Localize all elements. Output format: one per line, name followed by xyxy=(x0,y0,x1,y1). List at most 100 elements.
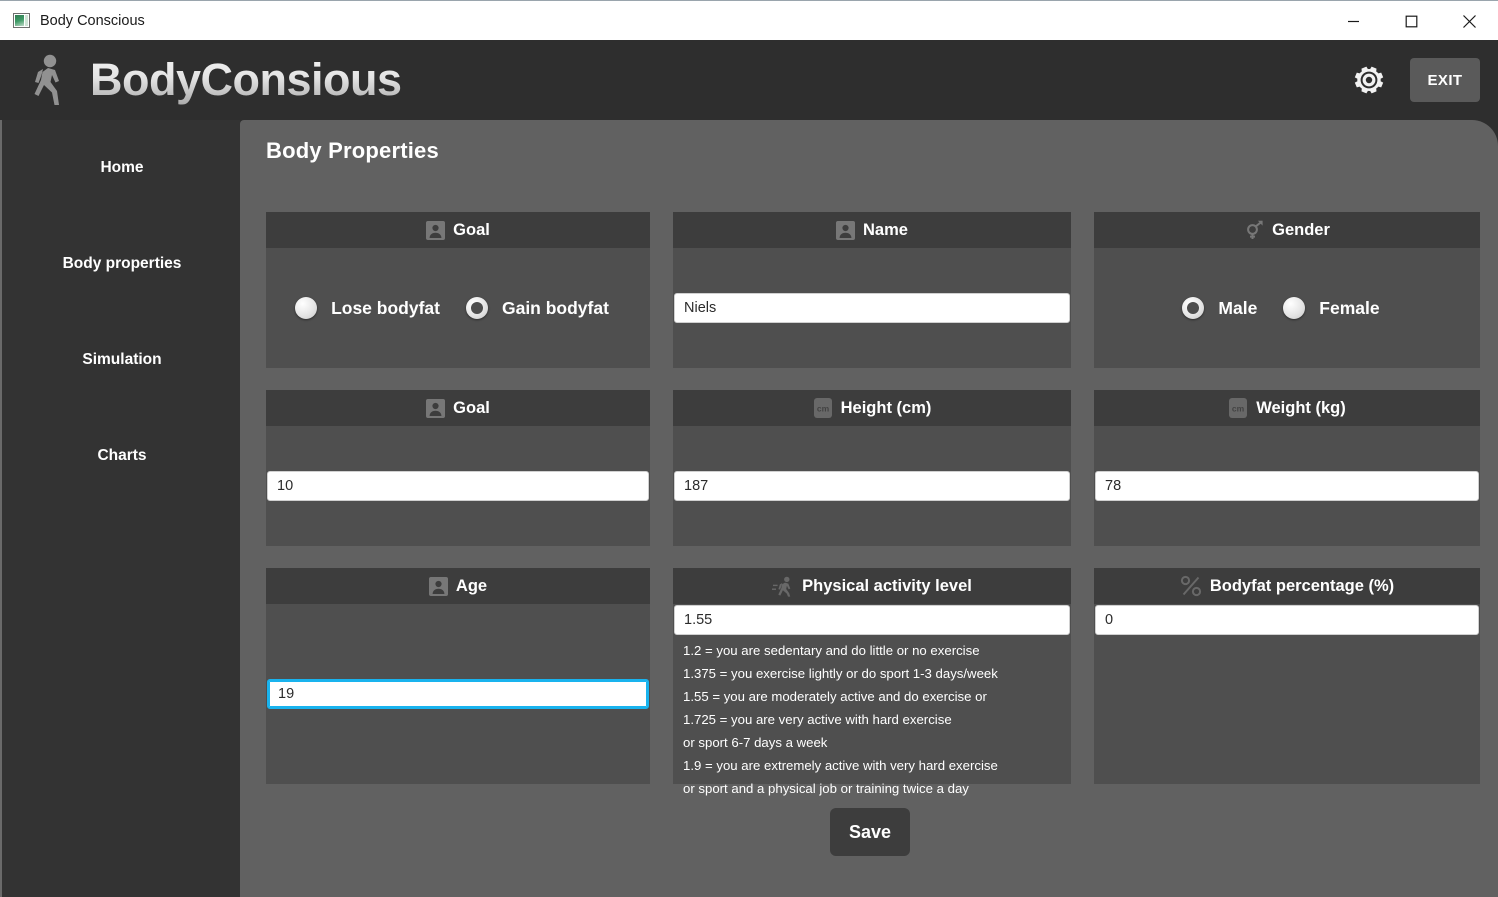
card-height: cm Height (cm) xyxy=(673,390,1071,546)
card-goal-value: Goal xyxy=(266,390,650,546)
card-gender-body: Male Female xyxy=(1094,248,1480,368)
card-name: Name xyxy=(673,212,1071,368)
minimize-button[interactable] xyxy=(1324,1,1382,41)
radio-female-label: Female xyxy=(1319,297,1380,318)
gender-radio-group: Male Female xyxy=(1182,297,1391,319)
maximize-button[interactable] xyxy=(1382,1,1440,41)
card-physical-activity-header: Physical activity level xyxy=(673,568,1071,604)
cm-badge-icon: cm xyxy=(813,397,833,419)
cm-badge-icon: cm xyxy=(1228,397,1248,419)
gender-symbol-icon xyxy=(1244,220,1264,240)
save-row: Save xyxy=(266,808,1474,856)
card-bodyfat-body xyxy=(1094,604,1480,784)
card-goal-radio-title: Goal xyxy=(453,220,490,239)
sidebar-item-simulation[interactable]: Simulation xyxy=(2,312,242,408)
card-bodyfat: Bodyfat percentage (%) xyxy=(1094,568,1480,784)
exit-button[interactable]: EXIT xyxy=(1410,58,1480,102)
title-bar-left: Body Conscious xyxy=(0,13,145,29)
card-gender: Gender Male Female xyxy=(1094,212,1480,368)
settings-button[interactable] xyxy=(1350,61,1388,99)
pal-help-line: 1.725 = you are very active with hard ex… xyxy=(683,712,952,727)
pal-help-line: 1.9 = you are extremely active with very… xyxy=(683,758,998,773)
card-height-body xyxy=(673,426,1071,546)
pal-help-line: 1.55 = you are moderately active and do … xyxy=(683,689,987,704)
sidebar-item-body-properties[interactable]: Body properties xyxy=(2,216,242,312)
radio-lose-bodyfat-label: Lose bodyfat xyxy=(331,297,440,318)
card-weight-title: Weight (kg) xyxy=(1256,398,1346,417)
height-input[interactable] xyxy=(674,471,1070,501)
pal-input-wrap xyxy=(673,604,1071,635)
card-weight-header: cm Weight (kg) xyxy=(1094,390,1480,426)
card-goal-radio-body: Lose bodyfat Gain bodyfat xyxy=(266,248,650,368)
close-button[interactable] xyxy=(1440,1,1498,41)
pal-help-line: or sport and a physical job or training … xyxy=(683,781,969,796)
pal-help-line: 1.2 = you are sedentary and do little or… xyxy=(683,643,980,658)
maximize-icon xyxy=(1405,15,1417,27)
goal-input[interactable] xyxy=(267,471,649,501)
card-age-body xyxy=(266,604,650,784)
card-gender-title: Gender xyxy=(1272,220,1330,239)
card-physical-activity-title: Physical activity level xyxy=(802,576,972,595)
card-physical-activity: Physical activity level 1.2 = you are se… xyxy=(673,568,1071,796)
radio-gain-bodyfat-label: Gain bodyfat xyxy=(501,297,609,318)
card-weight: cm Weight (kg) xyxy=(1094,390,1480,546)
title-bar: Body Conscious xyxy=(0,0,1498,40)
radio-male[interactable] xyxy=(1182,297,1205,319)
card-bodyfat-header: Bodyfat percentage (%) xyxy=(1094,568,1480,604)
brand-title: BodyConsious xyxy=(90,54,402,105)
name-input[interactable] xyxy=(674,293,1070,323)
card-age-title: Age xyxy=(455,576,488,595)
radio-male-label: Male xyxy=(1218,297,1258,318)
walking-person-icon xyxy=(22,51,76,109)
name-input-wrap xyxy=(673,293,1071,323)
height-input-wrap xyxy=(673,471,1071,501)
card-height-title: Height (cm) xyxy=(840,398,932,417)
contact-card-icon xyxy=(426,220,446,240)
goal-input-wrap xyxy=(266,471,650,501)
card-goal-value-header: Goal xyxy=(266,390,650,426)
card-goal-value-body xyxy=(266,426,650,546)
age-input[interactable] xyxy=(267,679,649,709)
sidebar-item-charts[interactable]: Charts xyxy=(2,408,242,504)
svg-text:cm: cm xyxy=(816,404,829,414)
content-panel: Body Properties Goal Lose bodyfat Gain b… xyxy=(240,120,1498,897)
age-input-wrap xyxy=(266,679,650,709)
bodyfat-input[interactable] xyxy=(1095,605,1479,635)
contact-card-icon xyxy=(836,220,856,240)
svg-text:cm: cm xyxy=(1232,404,1245,414)
card-goal-value-title: Goal xyxy=(453,398,490,417)
goal-radio-group: Lose bodyfat Gain bodyfat xyxy=(295,297,621,319)
gear-icon xyxy=(1354,66,1384,94)
minimize-icon xyxy=(1347,20,1359,22)
page-title: Body Properties xyxy=(266,138,439,163)
radio-lose-bodyfat[interactable] xyxy=(295,297,318,319)
card-name-title: Name xyxy=(863,220,908,239)
window-title: Body Conscious xyxy=(40,12,145,29)
application-window: Body Conscious BodyConsious EXIT Home Bo… xyxy=(0,0,1498,897)
physical-activity-input[interactable] xyxy=(674,605,1070,635)
weight-input[interactable] xyxy=(1095,471,1479,501)
card-age: Age xyxy=(266,568,650,784)
card-physical-activity-body: 1.2 = you are sedentary and do little or… xyxy=(673,604,1071,796)
save-button[interactable]: Save xyxy=(830,808,910,856)
radio-gain-bodyfat[interactable] xyxy=(465,297,488,319)
pal-help-line: or sport 6-7 days a week xyxy=(683,735,828,750)
bodyfat-input-wrap xyxy=(1094,604,1480,635)
app-window-icon xyxy=(13,13,30,28)
sidebar-item-home[interactable]: Home xyxy=(2,120,242,216)
header-actions: EXIT xyxy=(1350,40,1480,120)
card-name-header: Name xyxy=(673,212,1071,248)
card-name-body xyxy=(673,248,1071,368)
card-goal-radio: Goal Lose bodyfat Gain bodyfat xyxy=(266,212,650,368)
contact-card-icon xyxy=(428,576,448,596)
radio-female[interactable] xyxy=(1283,297,1306,319)
close-icon xyxy=(1462,14,1476,28)
card-gender-header: Gender xyxy=(1094,212,1480,248)
card-goal-radio-header: Goal xyxy=(266,212,650,248)
sidebar: Home Body properties Simulation Charts xyxy=(0,120,240,897)
running-person-icon xyxy=(772,576,794,597)
window-controls xyxy=(1324,1,1498,41)
percent-icon xyxy=(1180,575,1202,597)
card-height-header: cm Height (cm) xyxy=(673,390,1071,426)
physical-activity-help: 1.2 = you are sedentary and do little or… xyxy=(673,635,1071,800)
